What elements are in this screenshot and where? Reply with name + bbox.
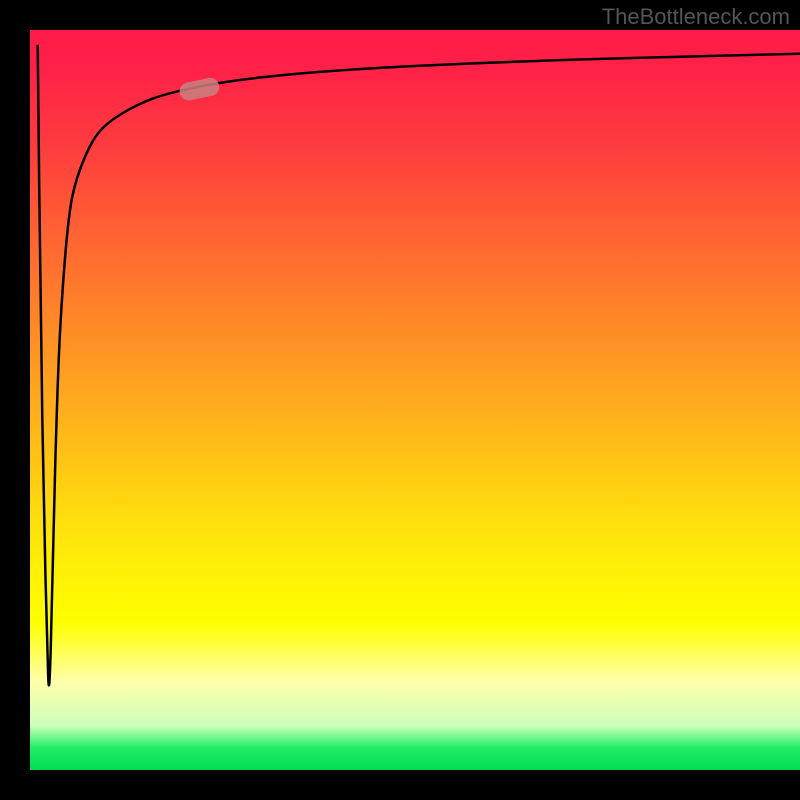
optimal-marker xyxy=(178,76,221,102)
bottleneck-curve xyxy=(30,30,800,770)
x-axis xyxy=(0,770,800,800)
attribution-text: TheBottleneck.com xyxy=(602,4,790,30)
curve-path xyxy=(38,45,800,686)
y-axis xyxy=(0,30,30,770)
